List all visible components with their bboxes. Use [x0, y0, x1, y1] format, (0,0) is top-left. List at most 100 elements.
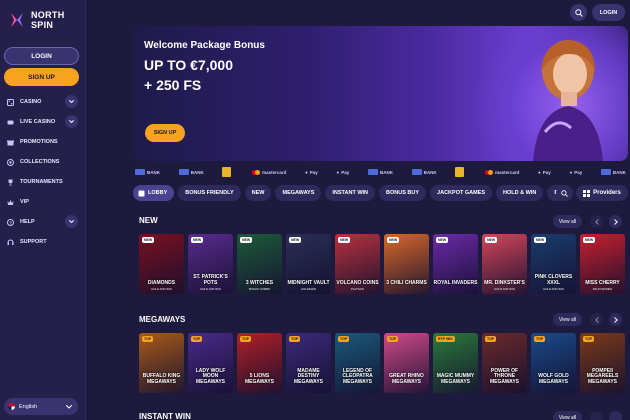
sidebar-item-support[interactable]: SUPPORT — [4, 232, 82, 252]
payment-label: Pay — [542, 169, 551, 175]
hero-woman-image — [533, 40, 603, 161]
game-card[interactable]: NEW MIDNIGHT VAULT HOLD&WIN — [286, 234, 331, 294]
game-card[interactable]: TOP 5 LIONS MEGAWAYS — [237, 333, 282, 393]
section-title-new: NEW — [139, 216, 158, 225]
game-card[interactable]: TOP LEGEND OF CLEOPATRA MEGAWAYS — [335, 333, 380, 393]
section-title-megaways: MEGAWAYS — [139, 315, 186, 324]
game-title: MISS CHERRY — [585, 279, 620, 286]
sidebar-item-label: CASINO — [20, 99, 42, 105]
tab-hold-win[interactable]: HOLD & WIN — [496, 185, 544, 201]
payment-logo: mastercard — [485, 169, 519, 175]
game-badge: NEW — [387, 237, 400, 243]
game-card[interactable]: TOP POMPEII MEGAREELS MEGAWAYS — [580, 333, 625, 393]
payment-label: Pay — [341, 169, 350, 175]
game-card[interactable]: TOP GREAT RHINO MEGAWAYS — [384, 333, 429, 393]
tab-bonus-friendly[interactable]: BONUS FRIENDLY — [178, 185, 241, 201]
game-card[interactable]: NEW DIAMONDS HOLD AND WIN — [139, 234, 184, 294]
next-new-button[interactable] — [609, 215, 622, 228]
view-all-new-button[interactable]: View all — [553, 215, 582, 228]
game-badge: TOP — [387, 336, 399, 342]
payment-label: Pay — [574, 169, 583, 175]
sidebar-login-button[interactable]: LOGIN — [4, 47, 79, 65]
game-card[interactable]: NEW ST. PATRICK'S POTS HOLD AND WIN — [188, 234, 233, 294]
tab-lobby[interactable]: LOBBY — [133, 185, 175, 201]
providers-button[interactable]: Providers — [576, 185, 628, 201]
game-card[interactable]: TOP LADY WOLF MOON MEGAWAYS — [188, 333, 233, 393]
pay-icon: ● — [569, 169, 573, 175]
tab-megaways[interactable]: MEGAWAYS — [275, 185, 322, 201]
game-badge: RTP 96% — [436, 336, 455, 342]
next-megaways-button[interactable] — [609, 313, 622, 326]
game-badge: TOP — [338, 336, 350, 342]
sidebar-item-tournaments[interactable]: TOURNAMENTS — [4, 172, 82, 192]
category-tabs: LOBBY BONUS FRIENDLY NEW MEGAWAYS INSTANT WI… — [133, 185, 628, 202]
game-badge: TOP — [485, 336, 497, 342]
sidebar-item-collections[interactable]: COLLECTIONS — [4, 152, 82, 172]
sidebar-item-vip[interactable]: VIP — [4, 192, 82, 212]
game-card[interactable]: TOP WOLF GOLD MEGAWAYS — [531, 333, 576, 393]
next-instant-button[interactable] — [609, 411, 622, 420]
game-card[interactable]: NEW 3 WITCHES BONUS COMBO — [237, 234, 282, 294]
games-row-new: NEW DIAMONDS HOLD AND WIN NEW ST. PATRICK'S … — [139, 234, 625, 294]
game-card[interactable]: NEW ROYAL INVADERS — [433, 234, 478, 294]
game-subtitle: WILD FRAMES — [592, 287, 613, 291]
games-search-button[interactable] — [556, 185, 572, 201]
chevron-down-icon[interactable] — [65, 95, 78, 108]
game-title: LADY WOLF MOON MEGAWAYS — [195, 367, 226, 385]
logo-line2: SPIN — [31, 20, 54, 30]
promotions-icon — [7, 139, 14, 146]
tab-label: BONUS FRIENDLY — [185, 190, 234, 196]
tab-instant-win[interactable]: INSTANT WIN — [325, 185, 376, 201]
game-card[interactable]: NEW MISS CHERRY WILD FRAMES — [580, 234, 625, 294]
game-badge: NEW — [240, 237, 253, 243]
prev-instant-button[interactable] — [590, 411, 603, 420]
tab-label: LOBBY — [148, 190, 168, 196]
tab-jackpot-games[interactable]: JACKPOT GAMES — [430, 185, 493, 201]
game-card[interactable]: RTP 96% MAGIC MUMMY MEGAWAYS — [433, 333, 478, 393]
game-card[interactable]: NEW MR. DINKSTER'S HOLD AND WIN — [482, 234, 527, 294]
chevron-left-icon — [594, 218, 599, 225]
sidebar-item-casino[interactable]: CASINO — [4, 92, 82, 112]
header-login-button[interactable]: LOGIN — [592, 4, 625, 21]
game-card[interactable]: NEW VOLCANO COINS PLAYSON — [335, 234, 380, 294]
chevron-down-icon[interactable] — [65, 215, 78, 228]
header-search-button[interactable] — [570, 4, 587, 21]
tab-bonus-buy[interactable]: BONUS BUY — [379, 185, 427, 201]
payment-logo: BANK — [178, 169, 204, 175]
logo[interactable]: NORTH SPIN — [8, 10, 65, 30]
language-label: English — [19, 403, 38, 410]
view-all-instant-button[interactable]: View all — [553, 411, 582, 420]
top-bar — [86, 0, 630, 25]
game-title: ST. PATRICK'S POTS — [193, 274, 228, 286]
hero-banner[interactable]: Welcome Package Bonus UP TO €7,000 + 250… — [133, 26, 628, 161]
tab-label: MEGAWAYS — [282, 190, 315, 196]
payment-label: BANK — [379, 169, 393, 175]
game-card[interactable]: TOP BUFFALO KING MEGAWAYS — [139, 333, 184, 393]
game-badge: TOP — [240, 336, 252, 342]
tab-new[interactable]: NEW — [244, 185, 272, 201]
sidebar-item-live-casino[interactable]: LIVE CASINO — [4, 112, 82, 132]
chevron-right-icon — [613, 316, 618, 323]
sidebar-item-label: HELP — [20, 219, 35, 225]
sidebar-item-help[interactable]: ? HELP — [4, 212, 82, 232]
hero-title: Welcome Package Bonus — [144, 40, 265, 51]
game-card[interactable]: TOP POWER OF THRONE MEGAWAYS — [482, 333, 527, 393]
prev-new-button[interactable] — [590, 215, 603, 228]
sidebar-item-promotions[interactable]: PROMOTIONS — [4, 132, 82, 152]
view-all-megaways-button[interactable]: View all — [553, 313, 582, 326]
game-card[interactable]: NEW 3 CHILI CHARMS — [384, 234, 429, 294]
prev-megaways-button[interactable] — [590, 313, 603, 326]
game-card[interactable]: TOP MADAME DESTINY MEGAWAYS — [286, 333, 331, 393]
bank-icon — [135, 169, 145, 175]
game-card[interactable]: NEW PINK CLOVERS XXXL HOLD AND WIN — [531, 234, 576, 294]
bank-icon — [411, 169, 422, 175]
search-icon — [560, 189, 568, 197]
game-badge: NEW — [534, 237, 547, 243]
payment-logo: ● Pay — [305, 170, 318, 175]
language-selector[interactable]: English — [4, 398, 78, 415]
casino-icon — [7, 98, 14, 106]
hero-signup-button[interactable]: SIGN UP — [145, 124, 185, 142]
sidebar-signup-button[interactable]: SIGN UP — [4, 68, 79, 86]
chevron-down-icon[interactable] — [65, 115, 78, 128]
game-badge: TOP — [289, 336, 301, 342]
